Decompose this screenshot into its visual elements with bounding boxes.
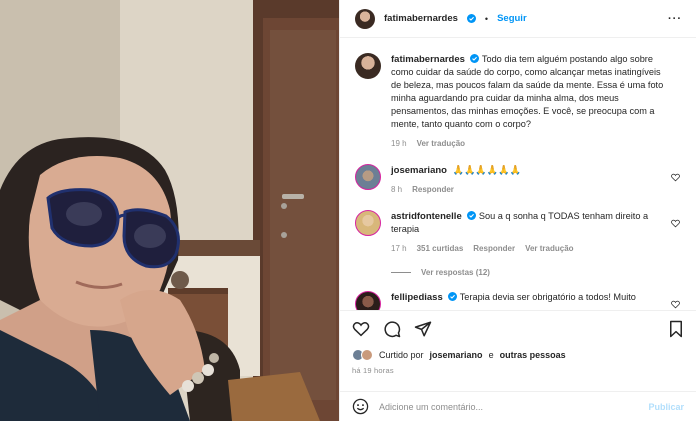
comment-time[interactable]: 17 h <box>391 242 407 255</box>
comment-meta: 8 h Responder <box>391 183 664 196</box>
liked-by-prefix: Curtido por <box>379 350 424 360</box>
comment-item: astridfontenelle Sou a q sonha q TODAS t… <box>355 210 682 255</box>
comment-meta: 17 h 351 curtidas Responder Ver tradução <box>391 242 664 255</box>
more-options-icon[interactable]: ··· <box>668 13 682 25</box>
comments-list[interactable]: fatimabernardes Todo dia tem alguém post… <box>340 39 696 310</box>
post-actions: Curtido por josemariano e outras pessoas… <box>340 310 696 375</box>
verified-badge-icon <box>470 54 480 63</box>
save-bookmark-icon[interactable] <box>668 320 684 338</box>
post-timestamp[interactable]: há 19 horas <box>352 366 684 375</box>
commenter-username[interactable]: fellipediass <box>391 292 443 303</box>
like-comment-heart-icon[interactable] <box>671 219 680 228</box>
comment-likes-count[interactable]: 351 curtidas <box>417 242 464 255</box>
liker-avatar <box>361 349 373 361</box>
commenter-avatar[interactable] <box>355 210 381 236</box>
verified-badge-icon <box>466 14 476 23</box>
caption-meta: 19 h Ver tradução <box>391 137 664 150</box>
liker-avatars <box>352 349 373 361</box>
comment-item: fellipediass Terapia devia ser obrigatór… <box>355 291 682 310</box>
view-replies-label: Ver respostas (12) <box>421 268 490 277</box>
likes-summary[interactable]: Curtido por josemariano e outras pessoas <box>352 349 684 361</box>
like-heart-icon[interactable] <box>352 320 370 338</box>
reply-link[interactable]: Responder <box>473 242 515 255</box>
liked-by-conjunction: e <box>488 350 494 360</box>
view-replies-button[interactable]: Ver respostas (12) <box>391 268 682 277</box>
comment-text: Terapia devia ser obrigatório a todos! M… <box>459 292 636 302</box>
follow-button[interactable]: Seguir <box>497 13 527 24</box>
share-send-icon[interactable] <box>414 320 432 338</box>
author-avatar[interactable] <box>355 53 381 79</box>
liked-by-user[interactable]: josemariano <box>430 350 483 360</box>
commenter-avatar[interactable] <box>355 164 381 190</box>
caption-text: Todo dia tem alguém postando algo sobre … <box>391 54 664 129</box>
emoji-icon[interactable] <box>352 398 369 415</box>
caption-username[interactable]: fatimabernardes <box>391 54 465 65</box>
publish-button[interactable]: Publicar <box>648 402 684 412</box>
separator-dot: • <box>484 13 489 24</box>
comment-bubble-icon[interactable] <box>383 320 401 338</box>
reply-link[interactable]: Responder <box>412 183 454 196</box>
post-photo[interactable] <box>0 0 339 421</box>
liked-by-others[interactable]: outras pessoas <box>500 350 566 360</box>
caption-translate-link[interactable]: Ver tradução <box>417 137 465 150</box>
like-comment-heart-icon[interactable] <box>671 173 680 182</box>
verified-badge-icon <box>467 211 477 220</box>
add-comment-bar: Publicar <box>340 391 696 421</box>
comment-text: 🙏🙏🙏🙏🙏🙏 <box>452 165 522 175</box>
commenter-avatar[interactable] <box>355 291 381 310</box>
author-avatar[interactable] <box>355 8 375 29</box>
like-comment-heart-icon[interactable] <box>671 300 680 309</box>
commenter-username[interactable]: josemariano <box>391 165 447 176</box>
author-username[interactable]: fatimabernardes <box>384 13 458 24</box>
post-details-panel: fatimabernardes • Seguir ··· fatimaberna… <box>339 0 696 421</box>
comment-item: josemariano 🙏🙏🙏🙏🙏🙏 8 h Responder <box>355 164 682 196</box>
comment-input[interactable] <box>379 401 639 412</box>
verified-badge-icon <box>448 292 458 301</box>
caption-time[interactable]: 19 h <box>391 137 407 150</box>
translate-link[interactable]: Ver tradução <box>525 242 573 255</box>
replies-divider <box>391 272 411 273</box>
comment-time[interactable]: 8 h <box>391 183 402 196</box>
post-header: fatimabernardes • Seguir ··· <box>340 0 696 38</box>
caption: fatimabernardes Todo dia tem alguém post… <box>355 53 682 150</box>
photo-woman-with-sunglasses <box>0 0 339 421</box>
commenter-username[interactable]: astridfontenelle <box>391 211 462 222</box>
